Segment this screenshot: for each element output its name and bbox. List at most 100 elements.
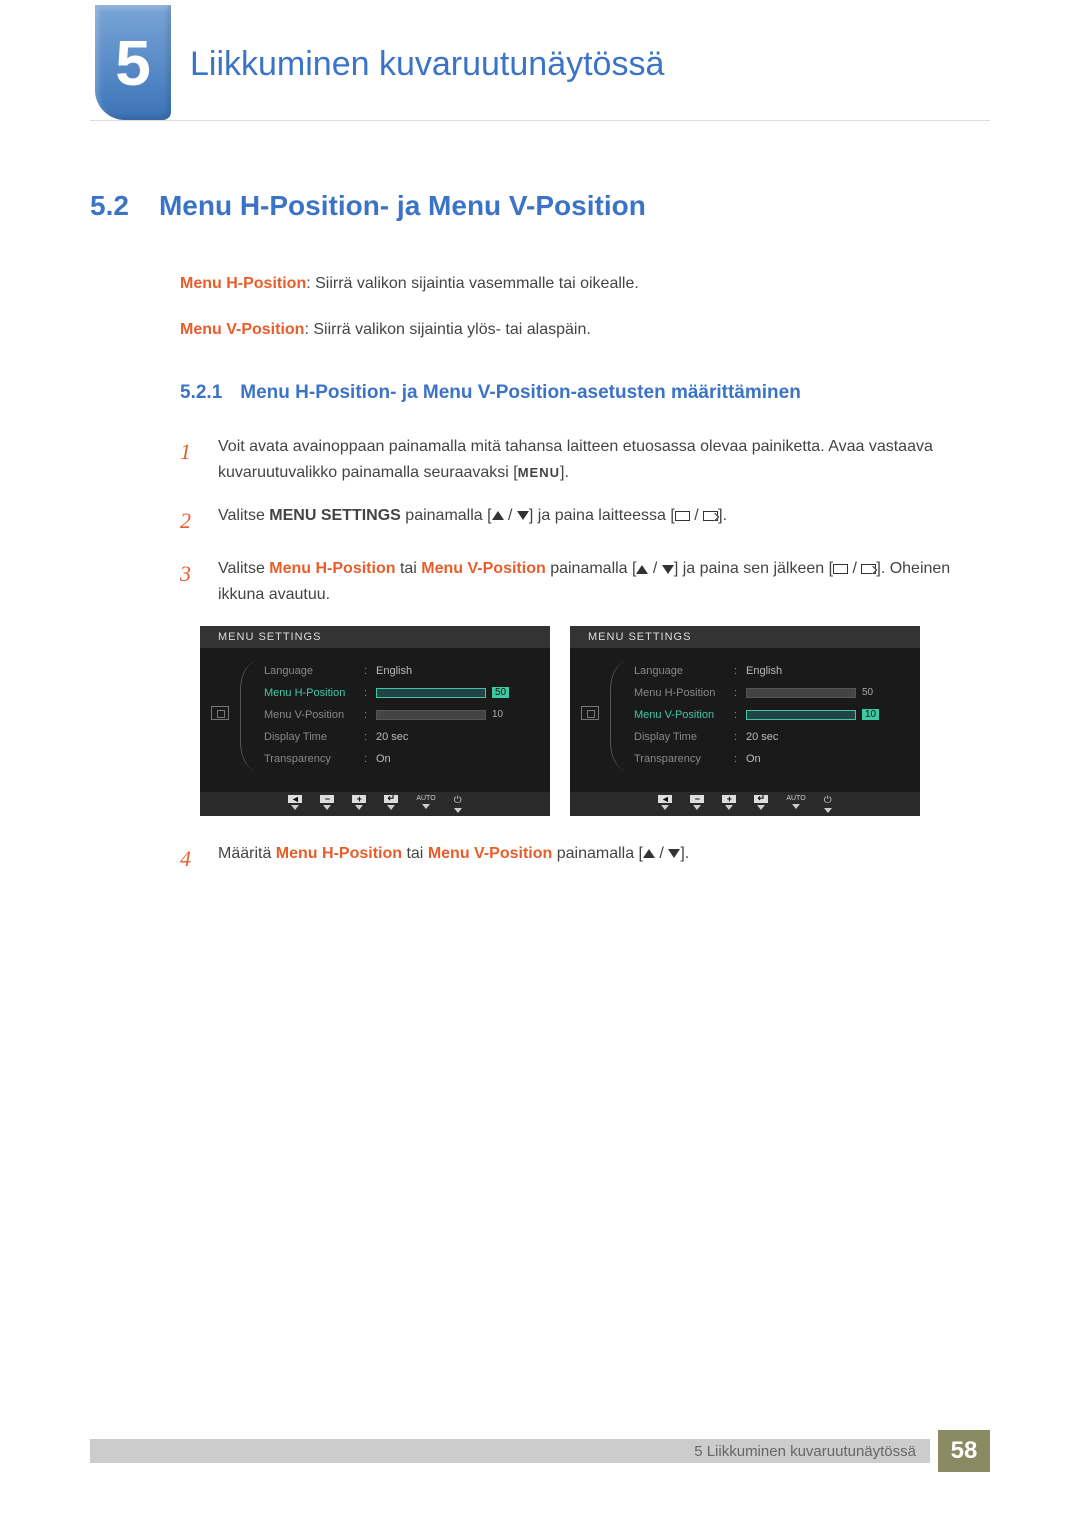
- osd-btn: ◄: [658, 795, 672, 816]
- text: painamalla [: [401, 507, 492, 524]
- text: Määritä: [218, 845, 276, 862]
- osd-btn-auto: AUTO: [786, 795, 805, 816]
- osd-btn: −: [690, 795, 704, 816]
- footer-text: 5 Liikkuminen kuvaruutunäytössä: [694, 1443, 916, 1460]
- osd-label: Display Time: [634, 731, 734, 743]
- down-icon: [662, 565, 674, 574]
- step-3: 3 Valitse Menu H-Position tai Menu V-Pos…: [180, 556, 990, 607]
- osd-footer: ◄ − + ↵ AUTO ⏻: [570, 792, 920, 816]
- colon: :: [734, 709, 746, 721]
- colon: :: [364, 753, 376, 765]
- osd-slider: [746, 710, 856, 720]
- term-vpos: Menu V-Position: [421, 560, 545, 577]
- osd-label: Display Time: [264, 731, 364, 743]
- rect-icon: [833, 564, 848, 574]
- osd-value: 20 sec: [376, 731, 408, 743]
- steps-list-cont: 4 Määritä Menu H-Position tai Menu V-Pos…: [180, 841, 990, 876]
- term-hpos: Menu H-Position: [180, 275, 306, 292]
- osd-btn: +: [722, 795, 736, 816]
- osd-btn-power: ⏻: [454, 795, 462, 816]
- text: ] ja paina sen jälkeen [: [674, 560, 833, 577]
- osd-value: On: [376, 753, 391, 765]
- osd-list: Language : English Menu H-Position : 50 …: [258, 656, 550, 771]
- subsection-heading: 5.2.1 Menu H-Position- ja Menu V-Positio…: [180, 382, 990, 404]
- osd-panel-vpos: MENU SETTINGS Language : English Menu H-…: [570, 626, 920, 816]
- osd-header: MENU SETTINGS: [200, 626, 550, 648]
- text: tai: [402, 845, 428, 862]
- menu-label: MENU: [518, 465, 560, 480]
- text: Valitse: [218, 507, 269, 524]
- osd-item-hpos: Menu H-Position : 50: [628, 682, 920, 704]
- osd-side-icon: [211, 706, 229, 720]
- section-number: 5.2: [90, 190, 129, 222]
- colon: :: [364, 731, 376, 743]
- osd-item-language: Language : English: [258, 660, 550, 682]
- colon: :: [364, 687, 376, 699]
- step-number: 2: [180, 503, 198, 538]
- osd-item-vpos: Menu V-Position : 10: [258, 704, 550, 726]
- osd-value: 20 sec: [746, 731, 778, 743]
- steps-list: 1 Voit avata avainoppaan painamalla mitä…: [180, 434, 990, 608]
- osd-value: 10: [492, 709, 503, 720]
- text: ].: [718, 507, 727, 524]
- text: painamalla [: [552, 845, 643, 862]
- divider: [90, 120, 990, 121]
- page-footer: 5 Liikkuminen kuvaruutunäytössä 58: [90, 1430, 990, 1472]
- up-icon: [643, 849, 655, 858]
- text: ].: [560, 464, 569, 481]
- text: : Siirrä valikon sijaintia vasemmalle ta…: [306, 275, 639, 292]
- colon: :: [734, 731, 746, 743]
- text: ].: [680, 845, 689, 862]
- osd-label: Language: [634, 665, 734, 677]
- osd-value: 50: [862, 687, 873, 698]
- step-1: 1 Voit avata avainoppaan painamalla mitä…: [180, 434, 990, 485]
- term-hpos: Menu H-Position: [276, 845, 402, 862]
- content: 5.2 Menu H-Position- ja Menu V-Position …: [90, 190, 990, 894]
- osd-panel-hpos: MENU SETTINGS Language : English Menu H-…: [200, 626, 550, 816]
- down-icon: [517, 511, 529, 520]
- chapter-title: Liikkuminen kuvaruutunäytössä: [190, 45, 664, 84]
- footer-bar: 5 Liikkuminen kuvaruutunäytössä: [90, 1439, 930, 1463]
- colon: :: [734, 687, 746, 699]
- osd-value: On: [746, 753, 761, 765]
- osd-btn: −: [320, 795, 334, 816]
- step-number: 3: [180, 556, 198, 607]
- osd-value: 50: [492, 687, 509, 698]
- page: 5 Liikkuminen kuvaruutunäytössä 5.2 Menu…: [0, 0, 1080, 1527]
- section-title: Menu H-Position- ja Menu V-Position: [159, 190, 646, 222]
- chapter-number: 5: [115, 26, 151, 100]
- page-number: 58: [938, 1430, 990, 1472]
- osd-slider: [746, 688, 856, 698]
- term-vpos: Menu V-Position: [180, 321, 304, 338]
- step-body: Valitse Menu H-Position tai Menu V-Posit…: [218, 556, 990, 607]
- step-number: 4: [180, 841, 198, 876]
- osd-body: Language : English Menu H-Position : 50 …: [570, 648, 920, 771]
- osd-curve: [610, 661, 628, 771]
- text: ] ja paina laitteessa [: [529, 507, 675, 524]
- osd-curve: [240, 661, 258, 771]
- osd-side: [200, 656, 240, 771]
- osd-item-dtime: Display Time : 20 sec: [628, 726, 920, 748]
- step-4: 4 Määritä Menu H-Position tai Menu V-Pos…: [180, 841, 990, 876]
- enter-icon: [703, 511, 718, 521]
- up-icon: [492, 511, 504, 520]
- text: Voit avata avainoppaan painamalla mitä t…: [218, 438, 933, 481]
- paragraph-hpos: Menu H-Position: Siirrä valikon sijainti…: [180, 272, 990, 296]
- osd-body: Language : English Menu H-Position : 50 …: [200, 648, 550, 771]
- subsection-title: Menu H-Position- ja Menu V-Position-aset…: [240, 382, 801, 404]
- step-body: Määritä Menu H-Position tai Menu V-Posit…: [218, 841, 990, 876]
- down-icon: [668, 849, 680, 858]
- chapter-tab: 5: [95, 5, 171, 120]
- colon: :: [364, 709, 376, 721]
- osd-side-icon: [581, 706, 599, 720]
- text: : Siirrä valikon sijaintia ylös- tai ala…: [304, 321, 590, 338]
- term-vpos: Menu V-Position: [428, 845, 552, 862]
- colon: :: [734, 753, 746, 765]
- osd-header: MENU SETTINGS: [570, 626, 920, 648]
- osd-list: Language : English Menu H-Position : 50 …: [628, 656, 920, 771]
- osd-label: Transparency: [264, 753, 364, 765]
- osd-btn: ◄: [288, 795, 302, 816]
- text: tai: [396, 560, 422, 577]
- osd-value: English: [376, 665, 412, 677]
- osd-item-hpos: Menu H-Position : 50: [258, 682, 550, 704]
